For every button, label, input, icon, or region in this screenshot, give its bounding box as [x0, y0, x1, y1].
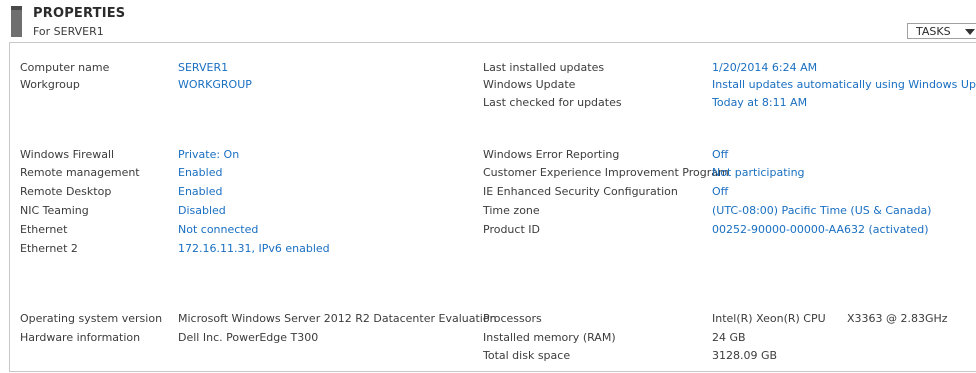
nic-teaming-link[interactable]: Disabled [178, 204, 226, 217]
time-zone-label: Time zone [483, 204, 540, 217]
workgroup-link[interactable]: WORKGROUP [178, 78, 252, 91]
disk-space-value: 3128.09 GB [712, 349, 778, 362]
product-id-label: Product ID [483, 223, 540, 236]
ceip-label: Customer Experience Improvement Program [483, 166, 729, 179]
memory-value: 24 GB [712, 331, 746, 344]
computer-name-label: Computer name [20, 61, 110, 74]
ethernet-link[interactable]: Not connected [178, 223, 258, 236]
properties-header: PROPERTIES For SERVER1 TASKS [0, 0, 976, 42]
ethernet-label: Ethernet [20, 223, 68, 236]
last-checked-link[interactable]: Today at 8:11 AM [712, 96, 807, 109]
windows-firewall-link[interactable]: Private: On [178, 148, 239, 161]
os-version-value: Microsoft Windows Server 2012 R2 Datacen… [178, 312, 497, 325]
last-checked-label: Last checked for updates [483, 96, 622, 109]
processors-value: Intel(R) Xeon(R) CPU [712, 312, 826, 325]
remote-management-label: Remote management [20, 166, 140, 179]
page-title: PROPERTIES [33, 6, 126, 21]
disk-space-label: Total disk space [483, 349, 571, 362]
product-id-link[interactable]: 00252-90000-00000-AA632 (activated) [712, 223, 929, 236]
remote-desktop-link[interactable]: Enabled [178, 185, 222, 198]
remote-desktop-label: Remote Desktop [20, 185, 112, 198]
ie-esc-link[interactable]: Off [712, 185, 728, 198]
ceip-link[interactable]: Not participating [712, 166, 805, 179]
hardware-info-value: Dell Inc. PowerEdge T300 [178, 331, 319, 344]
windows-firewall-label: Windows Firewall [20, 148, 115, 161]
last-installed-updates-label: Last installed updates [483, 61, 605, 74]
computer-name-link[interactable]: SERVER1 [178, 61, 228, 74]
workgroup-label: Workgroup [20, 78, 80, 91]
remote-management-link[interactable]: Enabled [178, 166, 222, 179]
processors-speed-value: X3363 @ 2.83GHz [847, 312, 948, 325]
time-zone-link[interactable]: (UTC-08:00) Pacific Time (US & Canada) [712, 204, 931, 217]
chevron-down-icon [965, 29, 975, 35]
error-reporting-link[interactable]: Off [712, 148, 728, 161]
page-subtitle: For SERVER1 [33, 25, 104, 38]
ethernet2-label: Ethernet 2 [20, 242, 78, 255]
hardware-info-label: Hardware information [20, 331, 141, 344]
ethernet2-link[interactable]: 172.16.11.31, IPv6 enabled [178, 242, 330, 255]
windows-update-link[interactable]: Install updates automatically using Wind… [712, 78, 976, 91]
error-reporting-label: Windows Error Reporting [483, 148, 620, 161]
server-tower-icon [11, 6, 22, 37]
tasks-dropdown-button[interactable]: TASKS [907, 23, 976, 39]
ie-esc-label: IE Enhanced Security Configuration [483, 185, 678, 198]
processors-label: Processors [483, 312, 542, 325]
last-installed-updates-link[interactable]: 1/20/2014 6:24 AM [712, 61, 817, 74]
windows-update-label: Windows Update [483, 78, 576, 91]
memory-label: Installed memory (RAM) [483, 331, 616, 344]
nic-teaming-label: NIC Teaming [20, 204, 89, 217]
os-version-label: Operating system version [20, 312, 163, 325]
tasks-label: TASKS [916, 25, 951, 38]
